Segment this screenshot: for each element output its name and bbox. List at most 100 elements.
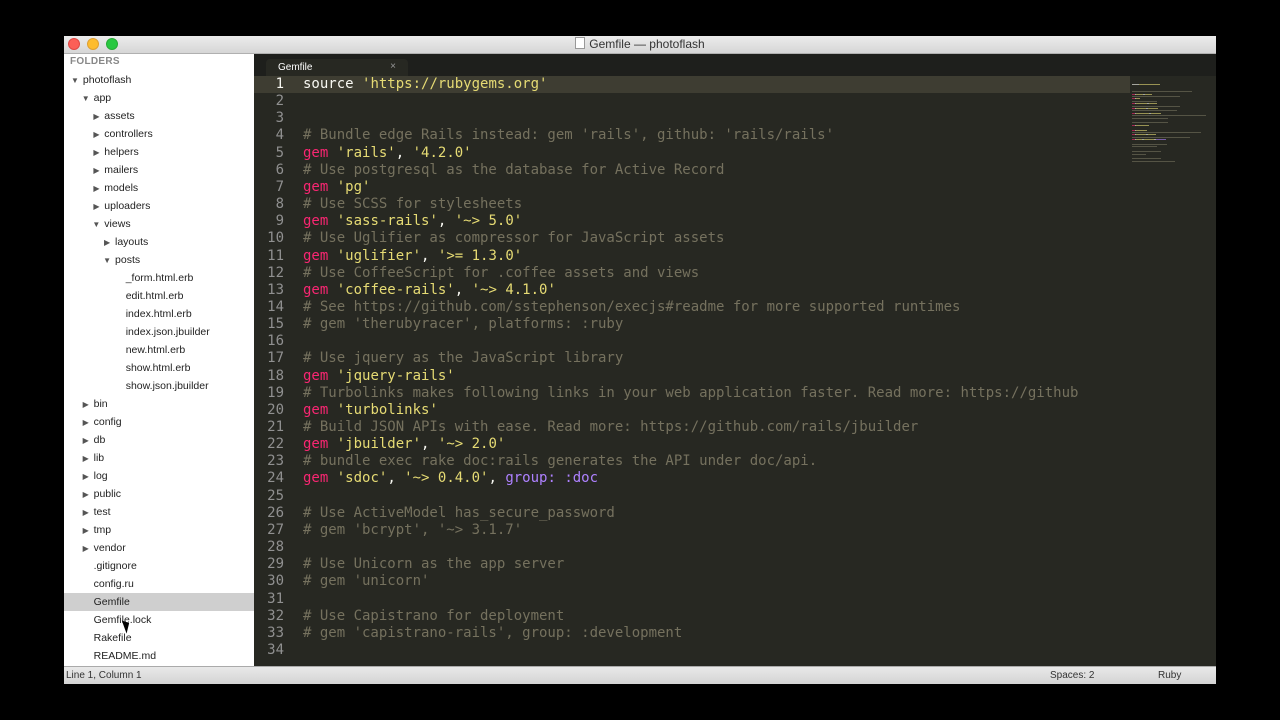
sidebar-file[interactable]: .gitignore	[64, 557, 254, 575]
sidebar-file[interactable]: edit.html.erb	[64, 287, 254, 305]
sidebar-file[interactable]: config.ru	[64, 575, 254, 593]
code-line[interactable]: 20 gem 'turbolinks'	[254, 402, 1130, 419]
sidebar-file[interactable]: new.html.erb	[64, 341, 254, 359]
code-line[interactable]: 16	[254, 333, 1130, 350]
code-line[interactable]: 25	[254, 488, 1130, 505]
triangle-right-icon[interactable]: ▶	[91, 162, 101, 180]
triangle-right-icon[interactable]: ▶	[81, 396, 91, 414]
triangle-right-icon[interactable]: ▶	[91, 198, 101, 216]
code-line[interactable]: 28	[254, 539, 1130, 556]
code-line[interactable]: 32 # Use Capistrano for deployment	[254, 608, 1130, 625]
indentation-setting[interactable]: Spaces: 2	[1050, 670, 1094, 681]
sidebar-file[interactable]: index.json.jbuilder	[64, 323, 254, 341]
sidebar-folder[interactable]: ▼ app	[64, 89, 254, 107]
triangle-right-icon[interactable]: ▶	[102, 234, 112, 252]
sidebar-file[interactable]: README.md	[64, 647, 254, 665]
sidebar-folder[interactable]: ▶ assets	[64, 107, 254, 125]
status-bar: Line 1, Column 1 Spaces: 2 Ruby	[64, 666, 1216, 684]
sidebar-file[interactable]: Gemfile.lock	[64, 611, 254, 629]
sidebar-file[interactable]: index.html.erb	[64, 305, 254, 323]
code-line[interactable]: 33 # gem 'capistrano-rails', group: :deve…	[254, 625, 1130, 642]
code-line[interactable]: 5 gem 'rails', '4.2.0'	[254, 145, 1130, 162]
sidebar-item-label: edit.html.erb	[122, 290, 184, 302]
close-icon[interactable]: ×	[390, 61, 396, 72]
code-text: gem 'jquery-rails'	[303, 367, 455, 384]
sidebar-folder[interactable]: ▶ uploaders	[64, 197, 254, 215]
minimap[interactable]	[1130, 76, 1216, 666]
code-line[interactable]: 9 gem 'sass-rails', '~> 5.0'	[254, 213, 1130, 230]
code-line[interactable]: 15 # gem 'therubyracer', platforms: :ruby	[254, 316, 1130, 333]
code-line[interactable]: 3	[254, 110, 1130, 127]
code-line[interactable]: 30 # gem 'unicorn'	[254, 573, 1130, 590]
sidebar-file[interactable]: Gemfile	[64, 593, 254, 611]
code-line[interactable]: 11 gem 'uglifier', '>= 1.3.0'	[254, 248, 1130, 265]
triangle-right-icon[interactable]: ▶	[81, 468, 91, 486]
code-line[interactable]: 2	[254, 93, 1130, 110]
code-line[interactable]: 14 # See https://github.com/sstephenson/e…	[254, 299, 1130, 316]
title-bar[interactable]: Gemfile — photoflash	[64, 36, 1216, 54]
code-line[interactable]: 22 gem 'jbuilder', '~> 2.0'	[254, 436, 1130, 453]
sidebar-folder[interactable]: ▶ layouts	[64, 233, 254, 251]
sidebar-file[interactable]: _form.html.erb	[64, 269, 254, 287]
tab-gemfile[interactable]: Gemfile ×	[266, 59, 408, 76]
sidebar-folder[interactable]: ▶ mailers	[64, 161, 254, 179]
triangle-right-icon[interactable]: ▶	[91, 126, 101, 144]
code-line[interactable]: 23 # bundle exec rake doc:rails generates…	[254, 453, 1130, 470]
sidebar-folder[interactable]: ▶ config	[64, 413, 254, 431]
triangle-right-icon[interactable]: ▶	[81, 522, 91, 540]
sidebar-folder[interactable]: ▶ controllers	[64, 125, 254, 143]
sidebar-folder[interactable]: ▶ vendor	[64, 539, 254, 557]
triangle-right-icon[interactable]: ▶	[81, 486, 91, 504]
triangle-right-icon[interactable]: ▶	[81, 540, 91, 558]
sidebar-folder[interactable]: ▶ bin	[64, 395, 254, 413]
triangle-right-icon[interactable]: ▶	[81, 504, 91, 522]
sidebar-file[interactable]: show.html.erb	[64, 359, 254, 377]
triangle-down-icon[interactable]: ▼	[91, 216, 101, 234]
code-line[interactable]: 12 # Use CoffeeScript for .coffee assets …	[254, 265, 1130, 282]
code-line[interactable]: 6 # Use postgresql as the database for Ac…	[254, 162, 1130, 179]
code-line[interactable]: 34	[254, 642, 1130, 659]
triangle-down-icon[interactable]: ▼	[70, 72, 80, 90]
sidebar-folder[interactable]: ▼ views	[64, 215, 254, 233]
code-line[interactable]: 31	[254, 591, 1130, 608]
code-line[interactable]: 4 # Bundle edge Rails instead: gem 'rails…	[254, 127, 1130, 144]
syntax-selector[interactable]: Ruby	[1158, 670, 1181, 681]
code-line[interactable]: 27 # gem 'bcrypt', '~> 3.1.7'	[254, 522, 1130, 539]
sidebar-folder[interactable]: ▼ photoflash	[64, 71, 254, 89]
line-number: 13	[267, 281, 284, 298]
code-line[interactable]: 26 # Use ActiveModel has_secure_password	[254, 505, 1130, 522]
sidebar-folder[interactable]: ▶ test	[64, 503, 254, 521]
triangle-right-icon[interactable]: ▶	[91, 108, 101, 126]
sidebar-folder[interactable]: ▶ tmp	[64, 521, 254, 539]
sidebar-folder[interactable]: ▶ public	[64, 485, 254, 503]
triangle-right-icon[interactable]: ▶	[81, 414, 91, 432]
code-line[interactable]: 1 source 'https://rubygems.org'	[254, 76, 1130, 93]
sidebar-file[interactable]: show.json.jbuilder	[64, 377, 254, 395]
triangle-right-icon[interactable]: ▶	[91, 180, 101, 198]
sidebar-folder[interactable]: ▼ posts	[64, 251, 254, 269]
sidebar-folder[interactable]: ▶ models	[64, 179, 254, 197]
code-line[interactable]: 29 # Use Unicorn as the app server	[254, 556, 1130, 573]
sidebar-file[interactable]: Rakefile	[64, 629, 254, 647]
triangle-down-icon[interactable]: ▼	[81, 90, 91, 108]
code-line[interactable]: 8 # Use SCSS for stylesheets	[254, 196, 1130, 213]
sidebar-item-label: layouts	[112, 236, 149, 248]
code-line[interactable]: 24 gem 'sdoc', '~> 0.4.0', group: :doc	[254, 470, 1130, 487]
code-line[interactable]: 18 gem 'jquery-rails'	[254, 368, 1130, 385]
code-line[interactable]: 13 gem 'coffee-rails', '~> 4.1.0'	[254, 282, 1130, 299]
triangle-right-icon[interactable]: ▶	[81, 450, 91, 468]
code-line[interactable]: 17 # Use jquery as the JavaScript library	[254, 350, 1130, 367]
code-line[interactable]: 10 # Use Uglifier as compressor for JavaS…	[254, 230, 1130, 247]
code-line[interactable]: 19 # Turbolinks makes following links in …	[254, 385, 1130, 402]
code-line[interactable]: 7 gem 'pg'	[254, 179, 1130, 196]
sidebar-folder[interactable]: ▶ db	[64, 431, 254, 449]
triangle-right-icon[interactable]: ▶	[81, 432, 91, 450]
code-editor[interactable]: 1 source 'https://rubygems.org' 2 3 4 # Bundl…	[254, 76, 1130, 666]
sidebar-folder[interactable]: ▶ helpers	[64, 143, 254, 161]
code-line[interactable]: 21 # Build JSON APIs with ease. Read more…	[254, 419, 1130, 436]
line-number: 17	[267, 350, 284, 367]
sidebar-folder[interactable]: ▶ lib	[64, 449, 254, 467]
sidebar-folder[interactable]: ▶ log	[64, 467, 254, 485]
triangle-down-icon[interactable]: ▼	[102, 252, 112, 270]
triangle-right-icon[interactable]: ▶	[91, 144, 101, 162]
